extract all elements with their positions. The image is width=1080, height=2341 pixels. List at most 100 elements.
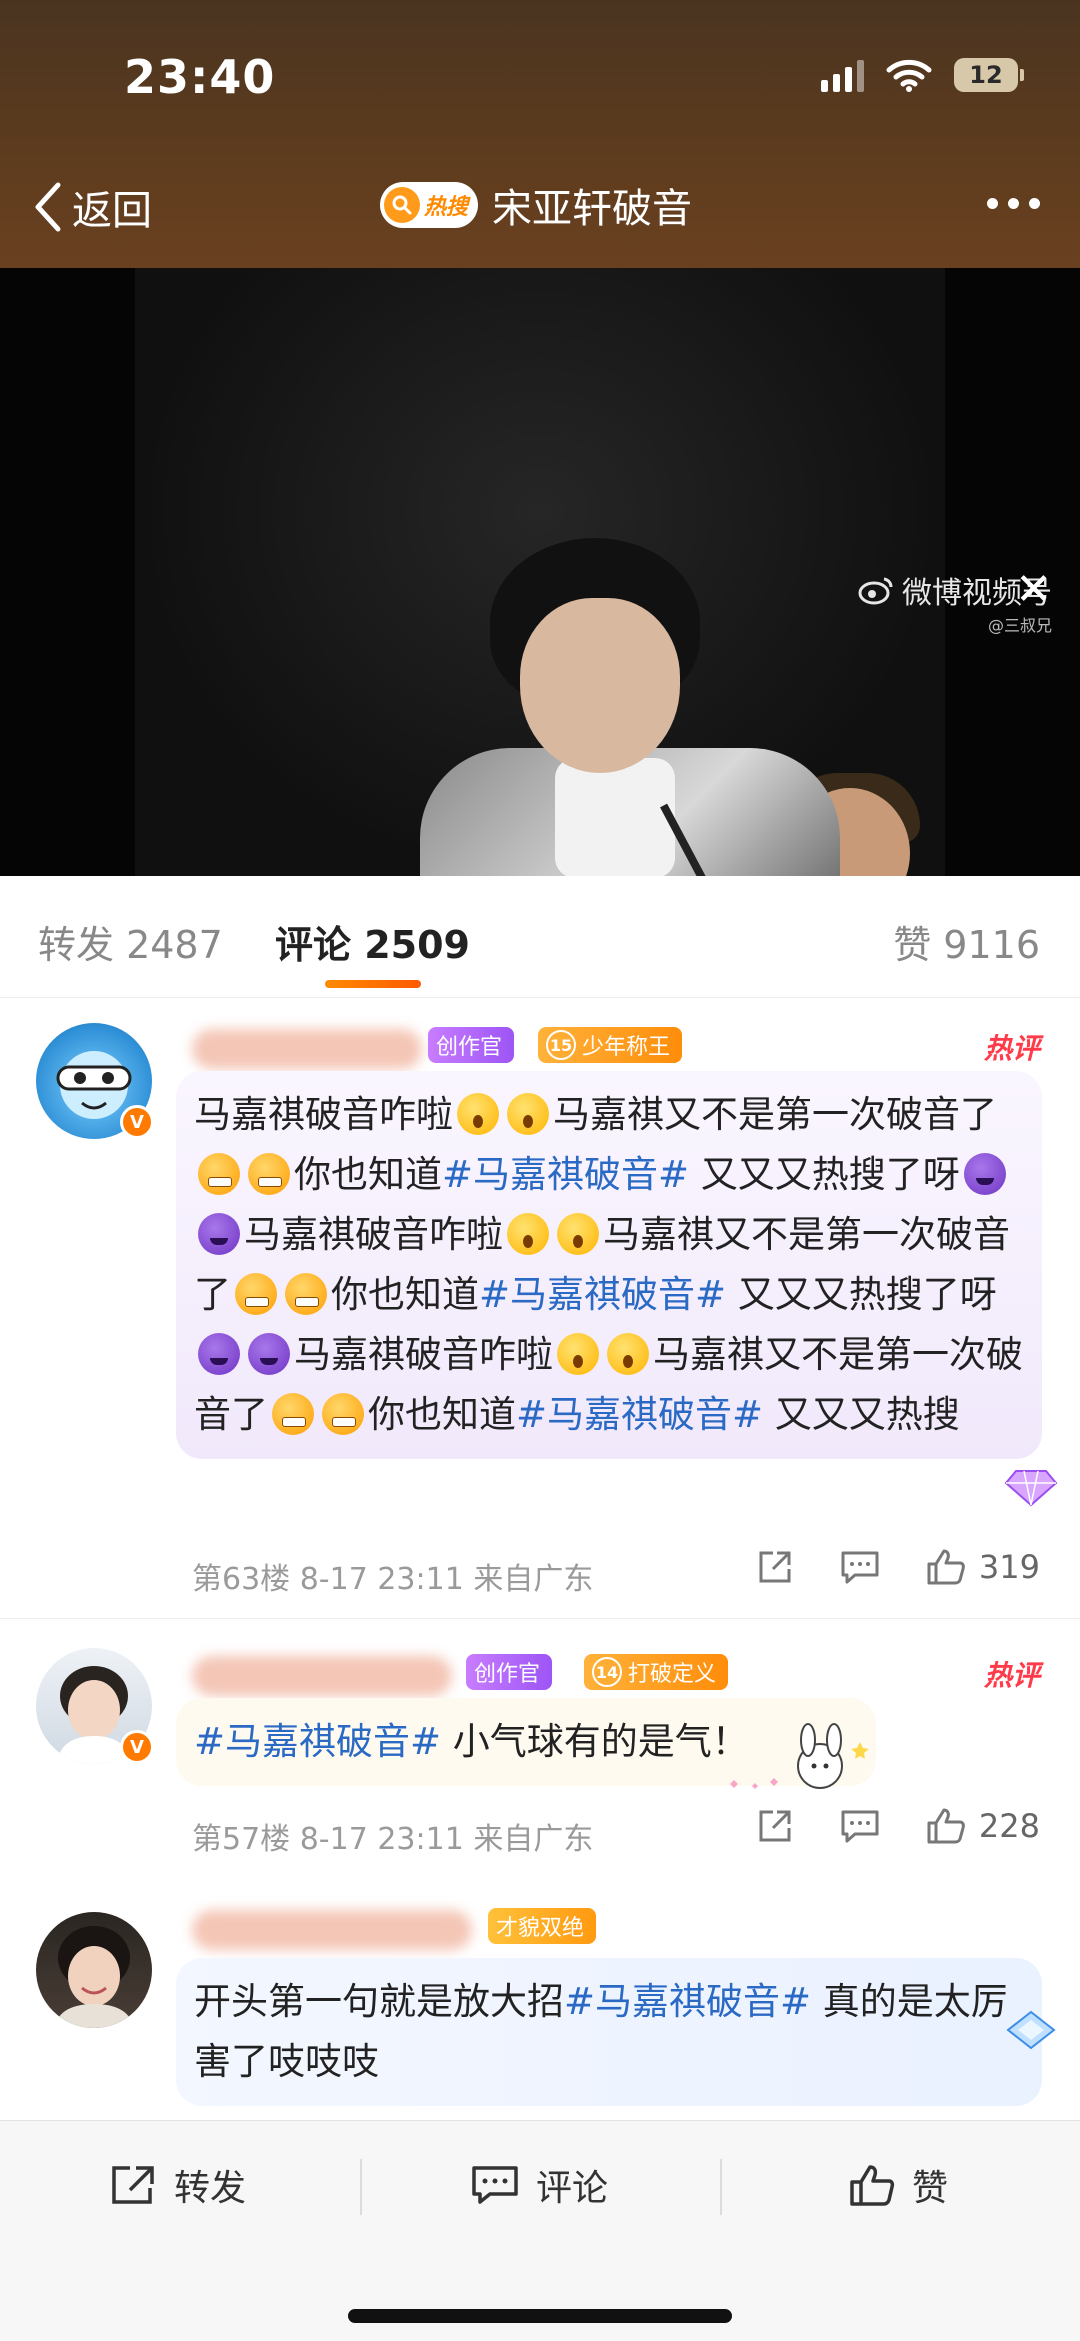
video-player[interactable]: 微博视频号 @三叔兄 ✕ — [0, 268, 1080, 876]
verified-badge-icon: V — [120, 1730, 154, 1764]
wow-emoji-icon — [557, 1213, 599, 1255]
hot-comment-badge: 热评 — [983, 1032, 1040, 1065]
devil-emoji-icon — [198, 1333, 240, 1375]
repost-icon — [112, 2166, 154, 2204]
video-frame-singer-collar — [555, 758, 675, 876]
hot-comment-badge: 热评 — [983, 1659, 1040, 1692]
bunny-sticker-icon — [730, 1723, 869, 1789]
fan-level-number: 15 — [546, 1030, 576, 1060]
fan-title-label: 才貌双绝 — [496, 1916, 585, 1941]
chevron-left-icon — [35, 182, 61, 232]
tab-comment[interactable]: 评论 2509 — [275, 914, 470, 969]
comment-text-segment: 你也知道 — [331, 1273, 479, 1316]
weibo-logo-icon — [858, 577, 893, 605]
thumbs-up-icon — [927, 1808, 965, 1844]
comment-text-segment: 马嘉祺破音咋啦 — [244, 1213, 503, 1256]
angry-emoji-icon — [272, 1393, 314, 1435]
tab-repost[interactable]: 转发 2487 — [38, 914, 223, 969]
comment-text-segment: 马嘉祺破音咋啦 — [194, 1093, 453, 1136]
bottom-bar-separator — [360, 2159, 362, 2215]
diamond-decoration-icon — [1004, 1470, 1058, 1507]
topic-link[interactable]: #马嘉祺破音# — [479, 1273, 726, 1316]
angry-emoji-icon — [322, 1393, 364, 1435]
comment-actions: 228 — [755, 1806, 1040, 1846]
devil-emoji-icon — [198, 1213, 240, 1255]
verified-badge-icon: V — [120, 1105, 154, 1139]
bottom-bar-separator — [720, 2159, 722, 2215]
fan-level-tag[interactable]: 14 打破定义 — [584, 1654, 729, 1690]
comment-icon — [472, 2166, 518, 2204]
video-watermark: 微博视频号 @三叔兄 ✕ — [858, 564, 1052, 636]
fan-level-number: 14 — [592, 1657, 622, 1687]
like-button[interactable]: 319 — [925, 1547, 1040, 1587]
header: 23:40 12 返回 热搜 宋亚轩破音 — [0, 0, 1080, 268]
devil-emoji-icon — [248, 1333, 290, 1375]
back-label: 返回 — [72, 188, 152, 234]
share-icon[interactable] — [755, 1547, 795, 1587]
share-icon[interactable] — [755, 1806, 795, 1846]
comment-text: 开头第一句就是放大招#马嘉祺破音# 真的是太厉害了吱吱吱 — [176, 1958, 1042, 2106]
avatar[interactable] — [36, 1912, 152, 2028]
wow-emoji-icon — [557, 1333, 599, 1375]
close-icon[interactable]: ✕ — [1015, 564, 1052, 615]
page-title: 宋亚轩破音 — [492, 186, 693, 232]
comment-item[interactable]: V 创作官 14 打破定义 热评 #马嘉祺破音# 小气球有的是气！ 第57楼 8… — [0, 1620, 1080, 1870]
bottom-action-bar: 转发 评论 赞 — [0, 2120, 1080, 2341]
person-avatar-icon — [54, 1926, 134, 2028]
angry-emoji-icon — [198, 1153, 240, 1195]
hot-badge-label: 热搜 — [424, 195, 469, 220]
reply-icon[interactable] — [839, 1547, 881, 1587]
watermark-sub: @三叔兄 — [987, 616, 1052, 635]
comment-meta: 第57楼 8-17 23:11 来自广东 — [192, 1822, 594, 1857]
wow-emoji-icon — [507, 1093, 549, 1135]
like-post-button[interactable]: 赞 — [848, 2159, 948, 2211]
fan-title-tag[interactable]: 才貌双绝 — [488, 1908, 597, 1944]
creator-tag-label: 创作官 — [474, 1662, 541, 1687]
comment-divider — [0, 1618, 1080, 1619]
interaction-tabs: 转发 2487 评论 2509 赞 9116 — [0, 876, 1080, 998]
topic-link[interactable]: #马嘉祺破音# — [442, 1153, 689, 1196]
more-icon[interactable] — [987, 198, 1040, 209]
fan-level-tag[interactable]: 15 少年称王 — [538, 1027, 683, 1063]
comment-text: 马嘉祺破音咋啦 马嘉祺又不是第一次破音了你也知道#马嘉祺破音# 又又又热搜了呀马嘉… — [176, 1071, 1042, 1459]
comment-item[interactable]: 才貌双绝 开头第一句就是放大招#马嘉祺破音# 真的是太厉害了吱吱吱 — [0, 1880, 1080, 2120]
topic-link[interactable]: #马嘉祺破音# — [564, 1980, 811, 2023]
back-button[interactable]: 返回 — [30, 178, 152, 236]
reply-icon[interactable] — [839, 1806, 881, 1846]
topic-link[interactable]: #马嘉祺破音# — [516, 1393, 763, 1436]
comment-text-segment: 你也知道 — [368, 1393, 516, 1436]
comment-label: 评论 — [536, 2168, 609, 2209]
comment-text-segment: 又又又热搜了呀 — [689, 1153, 960, 1196]
battery-icon: 12 — [954, 58, 1024, 92]
username-blurred[interactable] — [192, 1910, 472, 1950]
home-indicator — [348, 2309, 732, 2323]
wow-emoji-icon — [457, 1093, 499, 1135]
blue-diamond-decoration-icon — [1006, 2010, 1056, 2050]
hot-search-badge: 热搜 — [380, 182, 479, 228]
creator-tag[interactable]: 创作官 — [428, 1027, 515, 1063]
creator-tag[interactable]: 创作官 — [466, 1654, 553, 1690]
repost-button[interactable]: 转发 — [108, 2159, 246, 2211]
username-blurred[interactable] — [192, 1656, 452, 1696]
comment-text-segment: 又又又热搜了呀 — [726, 1273, 997, 1316]
comment-text-segment: 马嘉祺又不是第一次破音了 — [553, 1093, 997, 1136]
wifi-icon — [886, 59, 932, 92]
comment-actions: 319 — [755, 1547, 1040, 1587]
username-blurred[interactable] — [192, 1029, 422, 1069]
nav-title: 热搜 宋亚轩破音 — [380, 176, 692, 234]
tab-like[interactable]: 赞 9116 — [893, 914, 1040, 969]
fan-level-title: 少年称王 — [582, 1035, 671, 1060]
repost-label: 转发 — [174, 2168, 247, 2209]
search-icon — [384, 187, 420, 223]
angry-emoji-icon — [248, 1153, 290, 1195]
status-time: 23:40 — [124, 50, 276, 104]
comment-meta: 第63楼 8-17 23:11 来自广东 — [192, 1562, 594, 1597]
comment-item[interactable]: V 创作官 15 少年称王 热评 马嘉祺破音咋啦 马嘉祺又不是第一次破音了你也知道… — [0, 999, 1080, 1619]
like-button[interactable]: 228 — [925, 1806, 1040, 1846]
devil-emoji-icon — [963, 1153, 1006, 1195]
fan-level-title: 打破定义 — [628, 1662, 717, 1687]
thumbs-up-icon — [850, 2165, 895, 2206]
topic-link[interactable]: #马嘉祺破音# — [194, 1720, 441, 1763]
comment-body: 小气球有的是气！ — [441, 1720, 749, 1763]
comment-button[interactable]: 评论 — [470, 2159, 608, 2211]
